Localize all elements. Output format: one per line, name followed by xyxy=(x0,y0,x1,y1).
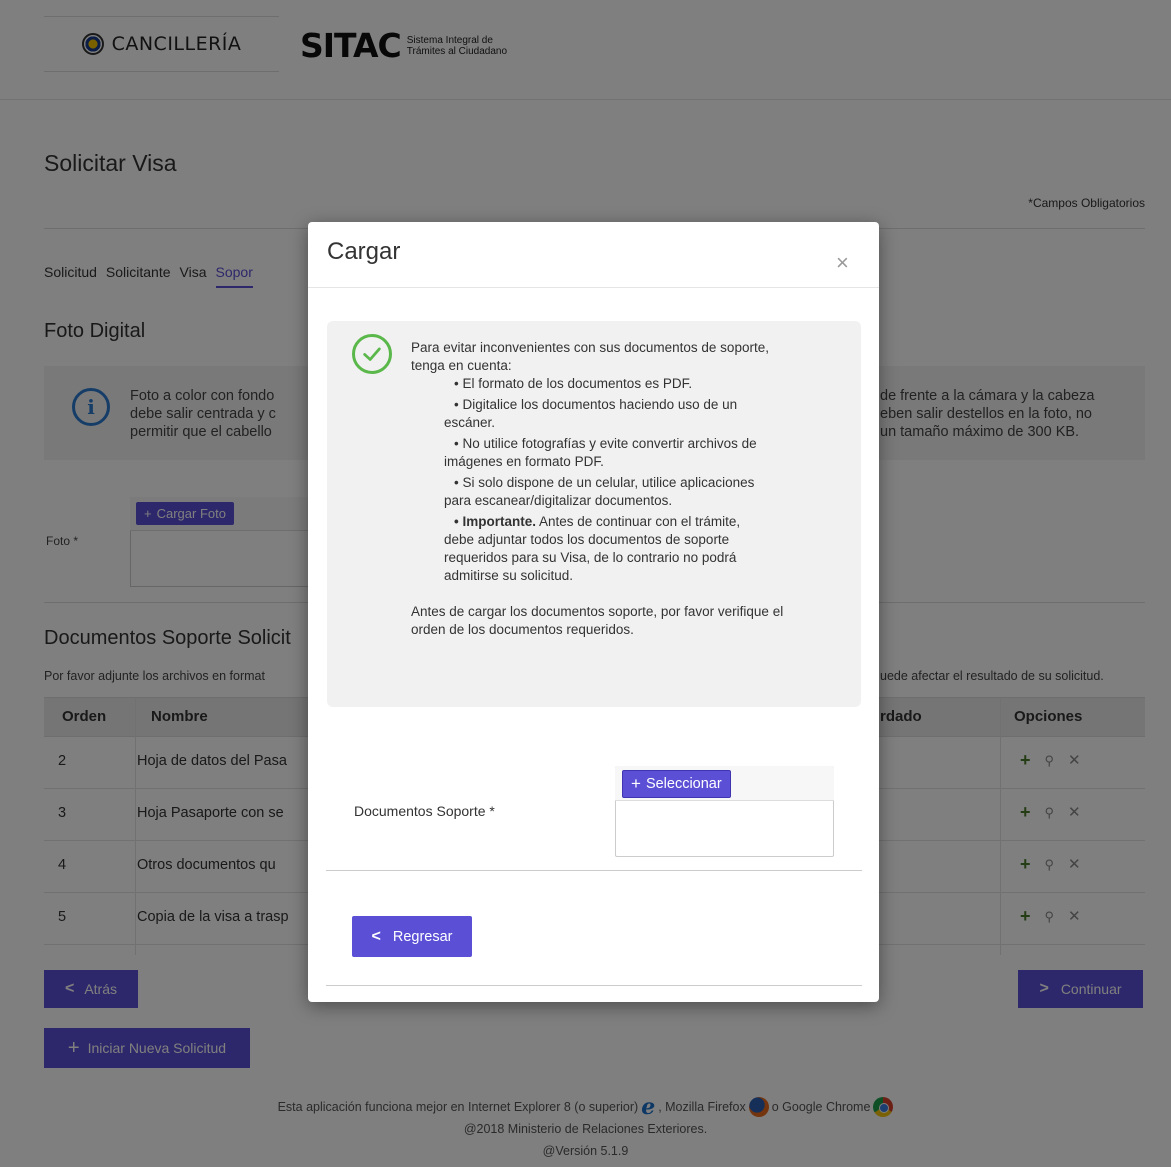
important-label: • Importante. xyxy=(454,514,536,529)
regresar-label: Regresar xyxy=(392,928,453,945)
plus-icon: + xyxy=(631,774,641,793)
notice-intro: Para evitar inconvenientes con sus docum… xyxy=(411,340,769,373)
divider xyxy=(326,985,862,986)
chevron-left-icon: < xyxy=(371,927,381,945)
notice-text: Para evitar inconvenientes con sus docum… xyxy=(411,339,841,639)
regresar-button[interactable]: < Regresar xyxy=(352,916,472,957)
modal-title: Cargar xyxy=(327,238,401,265)
divider xyxy=(326,870,862,871)
notice-bullet: • No utilice fotografías y evite convert… xyxy=(444,436,757,469)
notice-bullet: • Digitalice los documentos haciendo uso… xyxy=(444,397,738,430)
notice-final: Antes de cargar los documentos soporte, … xyxy=(411,604,784,637)
seleccionar-button[interactable]: + Seleccionar xyxy=(622,770,731,798)
seleccionar-label: Seleccionar xyxy=(645,776,722,792)
notice-important: • Importante. Antes de continuar con el … xyxy=(411,513,766,585)
notice-bullet: • El formato de los documentos es PDF. xyxy=(454,376,693,391)
check-circle-icon xyxy=(352,334,392,374)
divider xyxy=(308,287,879,288)
docs-soporte-label: Documentos Soporte * xyxy=(354,803,495,819)
notice-bullets: • El formato de los documentos es PDF. •… xyxy=(411,375,841,585)
notice-bullet: • Si solo dispone de un celular, utilice… xyxy=(444,475,755,508)
close-icon[interactable]: × xyxy=(836,250,849,276)
